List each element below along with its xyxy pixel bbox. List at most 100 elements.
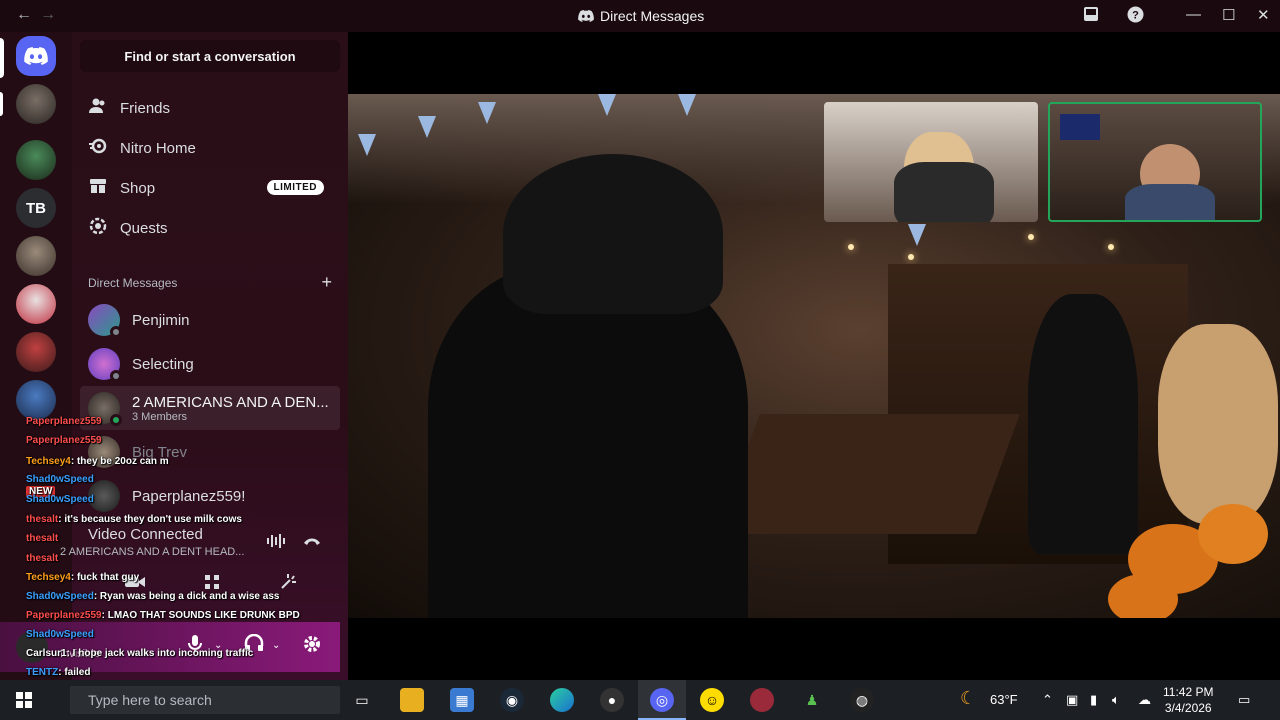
taskbar-search[interactable]: Type here to search bbox=[70, 686, 340, 714]
cloud-icon[interactable]: ☁ bbox=[1138, 692, 1151, 708]
maximize-icon[interactable]: ☐ bbox=[1222, 6, 1235, 24]
server-avatar-3[interactable] bbox=[16, 236, 56, 276]
dm-members: 3 Members bbox=[132, 410, 188, 423]
dm-item-big-trev[interactable]: Big Trev bbox=[80, 430, 340, 474]
server-avatar-4[interactable] bbox=[16, 284, 56, 324]
taskbar: Type here to search ▭ ▦ ◉ ● ◎ ☺ ♟ ◍ ☾ 63… bbox=[0, 680, 1280, 720]
avatar bbox=[88, 480, 120, 512]
voice-channel[interactable]: 2 AMERICANS AND A DENT HEAD... bbox=[60, 546, 290, 558]
bunting-flag bbox=[358, 134, 376, 156]
dm-name: Penjimin bbox=[132, 311, 190, 329]
shop-icon bbox=[88, 178, 108, 199]
noise-suppression-icon[interactable] bbox=[266, 534, 286, 551]
server-tb-label: TB bbox=[26, 199, 46, 217]
bunting-flag bbox=[678, 94, 696, 116]
chevron-down-icon[interactable]: ⌄ bbox=[272, 640, 280, 651]
store-icon[interactable]: ▦ bbox=[450, 688, 474, 712]
steam-icon[interactable]: ◉ bbox=[500, 688, 524, 712]
nav-quests-label: Quests bbox=[120, 219, 168, 237]
activity-icon[interactable] bbox=[202, 572, 222, 597]
back-arrow-icon[interactable]: ← bbox=[16, 6, 32, 24]
friends-icon bbox=[88, 98, 108, 119]
dm-name: Big Trev bbox=[132, 443, 188, 461]
svg-text:?: ? bbox=[1132, 10, 1139, 22]
nav-shop[interactable]: Shop LIMITED bbox=[80, 170, 340, 206]
server-tb[interactable]: TB bbox=[16, 188, 56, 228]
obs-icon[interactable]: ● bbox=[600, 688, 624, 712]
nav-friends-label: Friends bbox=[120, 99, 171, 117]
quests-icon bbox=[88, 217, 108, 240]
nav-quests[interactable]: Quests bbox=[80, 210, 340, 246]
edge-icon[interactable] bbox=[550, 688, 574, 712]
server-avatar-2[interactable] bbox=[16, 140, 56, 180]
disconnect-icon[interactable] bbox=[302, 534, 322, 552]
dm-item-selecting[interactable]: Selecting bbox=[80, 342, 340, 386]
table bbox=[716, 414, 1020, 534]
app-icon[interactable] bbox=[750, 688, 774, 712]
help-icon[interactable]: ? bbox=[1127, 6, 1144, 27]
bunting-flag bbox=[478, 102, 496, 124]
unread-pill bbox=[0, 92, 3, 116]
find-conversation-button[interactable]: Find or start a conversation bbox=[80, 40, 340, 72]
chevron-down-icon[interactable]: ⌄ bbox=[214, 640, 222, 651]
discord-logo-icon bbox=[24, 47, 48, 65]
windows-start-icon[interactable] bbox=[16, 692, 32, 713]
avatar bbox=[88, 304, 122, 338]
server-avatar-6[interactable] bbox=[16, 380, 56, 420]
server-avatar-1[interactable] bbox=[16, 84, 56, 124]
gear-icon[interactable] bbox=[302, 634, 322, 659]
person-foreground bbox=[428, 264, 748, 618]
volume-icon[interactable]: 🔈︎ bbox=[1112, 692, 1120, 708]
participant-video-1[interactable] bbox=[824, 102, 1038, 222]
ceiling-light bbox=[908, 254, 914, 260]
limited-badge: LIMITED bbox=[266, 180, 324, 195]
microphone-icon[interactable] bbox=[188, 634, 202, 659]
bunting-flag bbox=[908, 224, 926, 246]
moon-weather-icon: ☾ bbox=[960, 688, 977, 708]
dm-name: Paperplanez559! bbox=[132, 487, 246, 505]
tray-app-icon[interactable]: ▣ bbox=[1066, 692, 1078, 708]
dm-item-penjimin[interactable]: Penjimin bbox=[80, 298, 340, 342]
close-icon[interactable]: ✕ bbox=[1257, 6, 1270, 24]
create-dm-icon[interactable]: + bbox=[321, 273, 332, 291]
camera-icon[interactable] bbox=[124, 574, 146, 595]
participant-shirt bbox=[1125, 184, 1215, 220]
chevron-up-icon[interactable]: ⌃ bbox=[1042, 692, 1053, 708]
avatar[interactable] bbox=[16, 631, 48, 663]
pumpkin bbox=[1108, 574, 1178, 618]
server-avatar-5[interactable] bbox=[16, 332, 56, 372]
forward-arrow-icon[interactable]: → bbox=[40, 6, 56, 24]
person-blonde bbox=[1158, 324, 1278, 524]
minimize-icon[interactable]: — bbox=[1186, 6, 1201, 23]
ceiling-light bbox=[1108, 244, 1114, 250]
snapchat-icon[interactable]: ☺ bbox=[700, 688, 724, 712]
participant-video-2[interactable] bbox=[1048, 102, 1262, 222]
ceiling-light bbox=[1028, 234, 1034, 240]
inbox-icon[interactable] bbox=[1083, 6, 1099, 26]
file-explorer-icon[interactable] bbox=[400, 688, 424, 712]
taskbar-clock[interactable]: 11:42 PM 3/4/2026 bbox=[1163, 684, 1213, 716]
dm-name: Selecting bbox=[132, 355, 194, 373]
user-status: Invisible bbox=[60, 648, 100, 660]
home-button[interactable] bbox=[16, 36, 56, 76]
dm-name: 2 AMERICANS AND A DEN... bbox=[132, 393, 329, 411]
dm-item-group[interactable]: 2 AMERICANS AND A DEN... 3 Members bbox=[80, 386, 340, 430]
headphones-icon[interactable] bbox=[244, 633, 264, 657]
app-figure-icon[interactable]: ♟ bbox=[800, 688, 824, 712]
weather-text[interactable]: 63°F bbox=[990, 692, 1018, 707]
server-rail: TB bbox=[0, 32, 72, 680]
nav-shop-label: Shop bbox=[120, 179, 156, 197]
avatar bbox=[88, 436, 120, 468]
notifications-icon[interactable]: ▭ bbox=[1238, 692, 1250, 708]
nav-friends[interactable]: Friends bbox=[80, 90, 340, 126]
find-conversation-label: Find or start a conversation bbox=[124, 48, 296, 64]
task-view-icon[interactable]: ▭ bbox=[350, 688, 374, 712]
dm-item-paperplanez[interactable]: Paperplanez559! bbox=[80, 474, 340, 518]
nav-nitro-home[interactable]: Nitro Home bbox=[80, 130, 340, 166]
soundboard-icon[interactable] bbox=[280, 572, 300, 597]
recorder-icon[interactable]: ◍ bbox=[850, 688, 874, 712]
clock-date: 3/4/2026 bbox=[1164, 701, 1212, 715]
discord-taskbar-icon[interactable]: ◎ bbox=[650, 688, 674, 712]
battery-icon[interactable]: ▮ bbox=[1090, 692, 1097, 708]
participant-shirt bbox=[894, 162, 994, 222]
